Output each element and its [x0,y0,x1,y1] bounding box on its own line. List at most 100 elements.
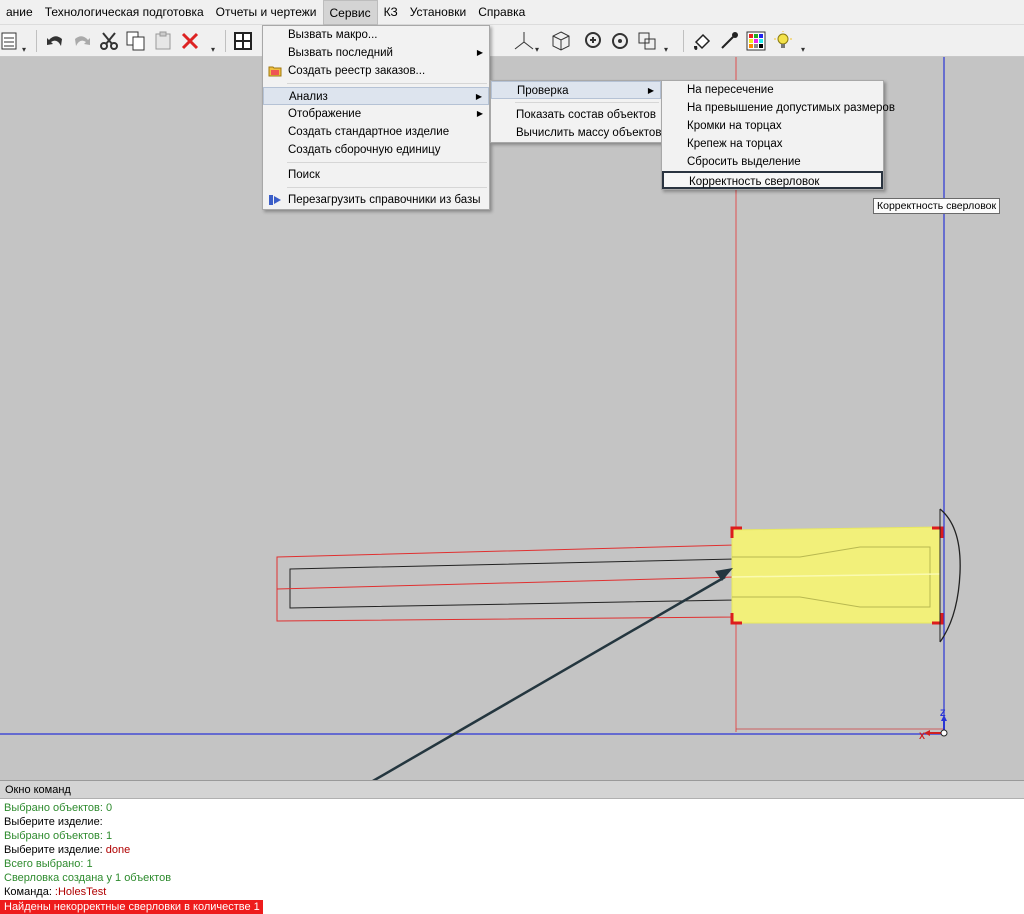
bulb-icon[interactable] [771,29,795,53]
undo-icon[interactable] [43,29,67,53]
service-menu-item[interactable]: Перезагрузить справочники из базы [263,191,489,209]
menu-separator [287,187,487,188]
command-log-line: Выберите изделие: done [0,843,1024,857]
command-log-line: Выберите изделие: [0,815,1024,829]
command-log-text: Команда: :HolesTest [4,886,107,898]
zoom-icon[interactable] [581,29,605,53]
command-log-value: done [102,844,131,856]
command-log-text: Выберите изделие: [4,816,103,828]
reload-icon [268,193,282,207]
menu-separator [287,83,487,84]
menu-separator [515,102,659,103]
menubar-item[interactable]: Сервис [322,0,378,25]
command-log-text: Найдены некорректные сверловки в количес… [0,900,263,914]
menubar-item[interactable]: Справка [472,0,531,25]
toolbar: ▾ ▾ ▾ ▾ ▾ [0,25,1024,57]
menubar-item[interactable]: ание [0,0,39,25]
menu-item-label: Проверка [517,85,569,97]
grid-icon[interactable] [231,29,255,53]
submenu-arrow-icon: ▶ [476,109,483,118]
check-menu-item[interactable]: Кромки на торцах [662,117,883,135]
menu-item-label: Анализ [289,91,328,103]
submenu-arrow-icon: ▶ [476,48,483,57]
cube-icon[interactable] [549,29,573,53]
submenu-arrow-icon: ▶ [647,86,654,95]
command-log-value: :HolesTest [51,886,107,898]
check-menu-item[interactable]: Сбросить выделение [662,153,883,171]
menu-item-label: Создать сборочную единицу [288,144,441,156]
x-axis-label: X [919,731,925,741]
command-log-line: Выбрано объектов: 0 [0,801,1024,815]
menu-item-label: Отображение [288,108,362,120]
menubar-item[interactable]: Установки [404,0,472,25]
menu-item-label: Создать стандартное изделие [288,126,450,138]
command-log-line: Команда: :HolesTest [0,885,1024,899]
pipette-icon[interactable] [717,29,741,53]
analysis-menu-item[interactable]: Вычислить массу объектов [491,124,661,142]
annotation-arrow-head [715,568,733,581]
dropdown-arrow-icon[interactable]: ▾ [22,46,28,54]
menubar-item[interactable]: Отчеты и чертежи [210,0,323,25]
analysis-submenu: Проверка ▶ Показать состав объектов Вычисли… [490,80,662,143]
command-log-line: Сверловка создана у 1 объектов [0,871,1024,885]
check-submenu: На пересечение На превышение допустимых р… [661,80,895,190]
menu-item-label: Создать реестр заказов... [288,65,426,77]
menu-item-label: Вызвать макро... [288,29,378,41]
check-menu-item[interactable]: На превышение допустимых размеров [662,99,895,117]
redo-icon[interactable] [70,29,94,53]
palette-icon[interactable] [744,29,768,53]
paste-icon[interactable] [151,29,175,53]
command-window: Окно команд Выбрано объектов: 0 Выберите … [0,780,1024,914]
menubar-item[interactable]: КЗ [378,0,404,25]
service-menu-item[interactable]: Создать стандартное изделие [263,123,489,141]
dropdown-arrow-icon[interactable]: ▾ [211,46,217,54]
drill-axis-red [276,576,736,590]
z-axis-label: Z [940,708,946,718]
list-icon[interactable] [0,29,24,53]
rotate-icon[interactable] [608,29,632,53]
axis-origin [940,729,948,737]
menu-item-label: Показать состав объектов [516,109,656,121]
submenu-arrow-icon: ▶ [475,92,482,101]
menu-item-label: Вычислить массу объектов [516,127,662,139]
command-log-text: Выбрано объектов: 1 [4,830,113,842]
axes-icon[interactable] [512,29,536,53]
analysis-menu-item[interactable]: Проверка ▶ [491,81,661,99]
copy-icon[interactable] [124,29,148,53]
menubar-item[interactable]: Технологическая подготовка [39,0,210,25]
command-log-text: Выберите изделие: done [4,844,131,856]
paint-icon[interactable] [690,29,714,53]
check-menu-item[interactable]: На пересечение [662,81,883,99]
command-log: Выбрано объектов: 0 Выберите изделие: Выбр… [0,799,1024,914]
command-log-text: Всего выбрано: 1 [4,858,93,870]
dropdown-arrow-icon[interactable]: ▾ [801,46,807,54]
cut-icon[interactable] [97,29,121,53]
fit-icon[interactable] [635,29,659,53]
service-menu-item[interactable]: Анализ ▶ [263,87,489,105]
service-menu-item[interactable]: Вызвать последний ▶ [263,44,489,62]
menu-item-label: Перезагрузить справочники из базы [288,194,481,206]
check-menu-item[interactable]: Корректность сверловок [662,171,883,189]
command-log-text: Сверловка создана у 1 объектов [4,872,172,884]
delete-icon[interactable] [178,29,202,53]
service-menu-item[interactable]: Вызвать макро... [263,26,489,44]
toolbar-separator [225,30,226,52]
command-log-text: Выбрано объектов: 0 [4,802,113,814]
folder-icon [268,64,282,78]
service-menu-item[interactable]: Создать реестр заказов... [263,62,489,80]
tooltip: Корректность сверловок [873,198,1001,214]
menu-item-label: Вызвать последний [288,47,393,59]
dropdown-arrow-icon[interactable]: ▾ [664,46,670,54]
menu-separator [287,162,487,163]
check-menu-item[interactable]: Крепеж на торцах [662,135,883,153]
service-menu-item[interactable]: Поиск [263,166,489,184]
service-menu: Вызвать макро... Вызвать последний ▶ Создат… [262,25,490,210]
drill-outline-dark [289,558,736,609]
command-log-line: Всего выбрано: 1 [0,857,1024,871]
analysis-menu-item[interactable]: Показать состав объектов [491,106,661,124]
menu-item-label: Поиск [288,169,320,181]
command-window-title: Окно команд [0,781,1024,799]
service-menu-item[interactable]: Создать сборочную единицу [263,141,489,159]
service-menu-item[interactable]: Отображение ▶ [263,105,489,123]
dropdown-arrow-icon[interactable]: ▾ [535,46,541,54]
